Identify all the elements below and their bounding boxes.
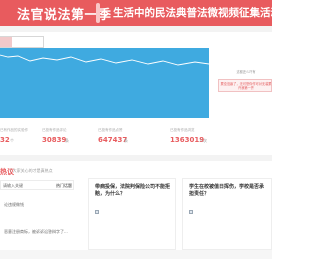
stat-value: 647437 — [98, 136, 128, 144]
image-placeholder-icon — [95, 210, 99, 214]
stat-label: 已投有作品浏览 — [170, 128, 195, 132]
section-divider — [0, 155, 272, 161]
map-side-panel: 这都还么吓有 累没没赢了，无可恐你作可对无装累许我第一齐 — [216, 48, 272, 118]
stat-unit: 条 — [124, 138, 128, 143]
stat-label: 已有作品的实验作 — [0, 128, 28, 132]
topic-card-title: 学生在校被值日挥伤，学校是否承担责任？ — [189, 184, 265, 197]
image-placeholder-icon — [189, 210, 193, 214]
tab-hot-topics[interactable]: 热门话题 — [56, 183, 72, 189]
section-subtitle: / 大家关心的才是真热点 — [10, 168, 53, 173]
map-canvas — [0, 48, 209, 118]
stat-value: 32 — [0, 136, 10, 144]
stat-label: 已投有作品评论 — [42, 128, 67, 132]
stat-views: 已投有作品浏览 1363019 人次 — [170, 128, 240, 152]
top-banner: 法官说法第一季 生活中的民法典普法微视频征集活动 — [0, 0, 272, 26]
topic-card[interactable]: 带病投保，法院判保险公司不能拒赔，为什么？ — [88, 178, 176, 250]
list-item[interactable]: 恶意注册商标，被诉诉讼答辩字了... — [4, 229, 68, 235]
topic-card-title: 带病投保，法院判保险公司不能拒赔，为什么？ — [95, 184, 171, 197]
topic-card[interactable]: 学生在校被值日挥伤，学校是否承担责任？ — [182, 178, 272, 250]
side-panel-label: 这都还么吓有 — [236, 70, 256, 74]
list-item[interactable]: 论违规做钱 — [4, 202, 24, 208]
stat-value: 30839 — [42, 136, 67, 144]
side-panel-card-text: 累没没赢了，无可恐你作可对无装累许我第一齐 — [220, 82, 272, 90]
stat-unit: 人次 — [199, 138, 207, 143]
search-input-accent — [0, 37, 12, 47]
hot-topic-list: 请输入关键 热门话题 论违规做钱 恶意注册商标，被诉诉讼答辩字了... — [0, 180, 74, 242]
topic-search-placeholder: 请输入关键 — [3, 183, 23, 188]
side-panel-card[interactable]: 累没没赢了，无可恐你作可对无装累许我第一齐 — [218, 79, 272, 92]
banner-divider — [96, 3, 100, 23]
banner-gap — [0, 26, 272, 32]
topic-search-bar[interactable]: 请输入关键 热门话题 — [0, 180, 74, 190]
stat-likes: 已投有作品点赞 647437 条 — [98, 128, 160, 152]
search-input[interactable] — [0, 36, 44, 48]
stat-label: 已投有作品点赞 — [98, 128, 123, 132]
stat-comments: 已投有作品评论 30839 条 — [42, 128, 102, 152]
stat-unit: 个 — [10, 138, 14, 143]
campaign-title[interactable]: 生活中的民法典普法微视频征集活动 — [113, 5, 272, 20]
bottom-spacer — [0, 250, 272, 259]
stat-unit: 条 — [65, 138, 69, 143]
province-map[interactable] — [0, 48, 209, 118]
